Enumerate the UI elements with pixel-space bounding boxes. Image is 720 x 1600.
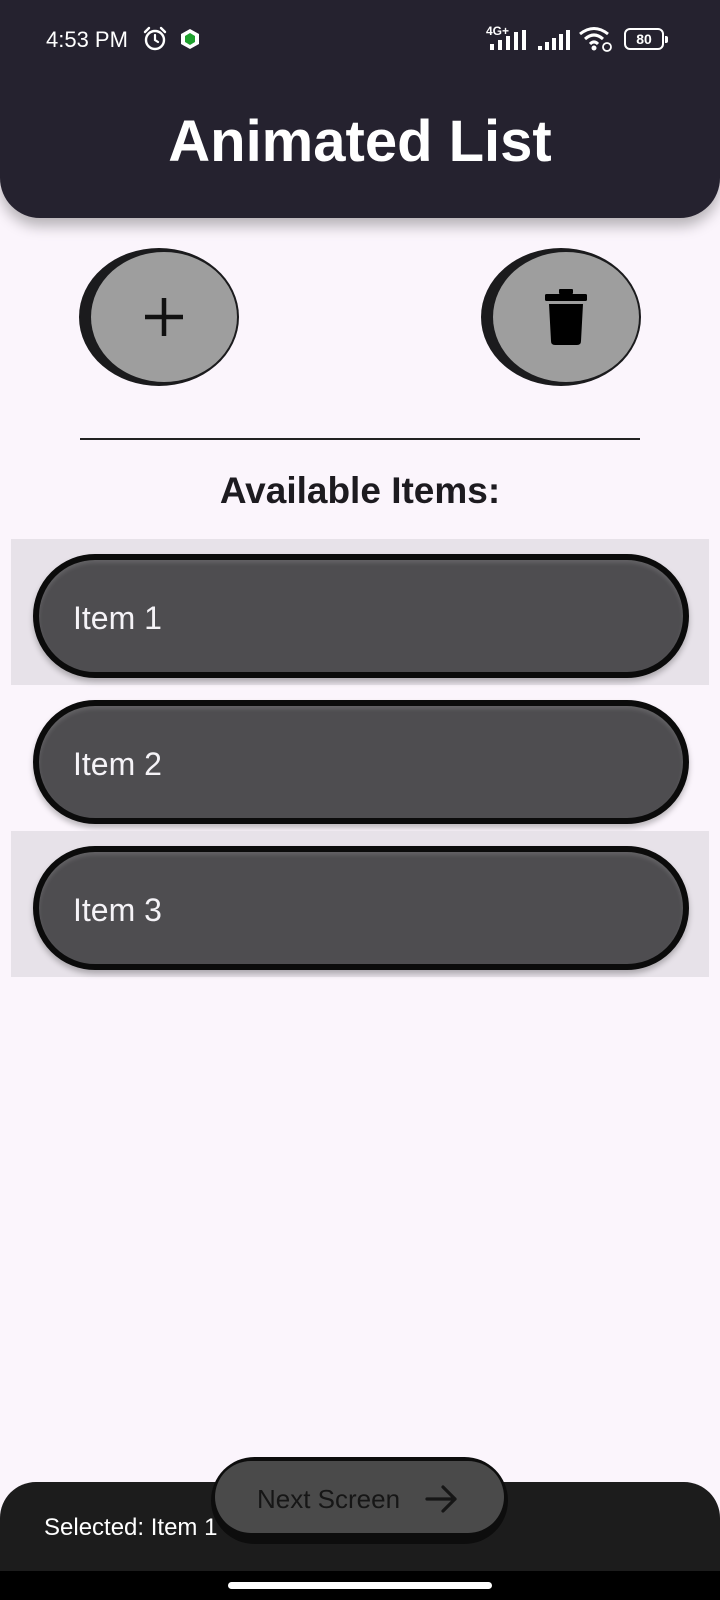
signal-icon — [538, 30, 570, 50]
shield-icon — [181, 29, 199, 49]
list-item: Item 2 — [11, 685, 709, 831]
item-card-2[interactable]: Item 2 — [33, 700, 689, 824]
page-title: Animated List — [168, 109, 552, 174]
delete-item-button[interactable] — [481, 248, 641, 386]
next-screen-button[interactable]: Next Screen — [211, 1457, 508, 1544]
signal-icon — [490, 30, 526, 50]
home-indicator[interactable] — [228, 1582, 492, 1589]
list-item: Item 1 — [11, 539, 709, 685]
add-button-face — [91, 252, 237, 382]
item-label: Item 2 — [73, 746, 162, 782]
selected-item-text: Selected: Item 1 — [44, 1514, 218, 1541]
wifi-icon — [579, 27, 612, 52]
app-screen: 4:53 PM 4G+ 80 Animated List Available I… — [0, 0, 720, 1600]
divider — [80, 438, 640, 440]
item-label: Item 1 — [73, 600, 162, 636]
status-bar: 4:53 PM 4G+ 80 — [0, 0, 720, 80]
next-button-label: Next Screen — [257, 1484, 401, 1514]
delete-button-face — [493, 252, 639, 382]
item-card-3[interactable]: Item 3 — [33, 846, 689, 970]
arrow-right-icon — [425, 1485, 457, 1513]
trash-icon — [545, 289, 587, 345]
add-item-button[interactable] — [79, 248, 239, 386]
item-card-1[interactable]: Item 1 — [33, 554, 689, 678]
item-label: Item 3 — [73, 892, 162, 928]
battery-level: 80 — [636, 31, 652, 47]
list-item: Item 3 — [11, 831, 709, 977]
alarm-icon — [143, 26, 167, 51]
app-header: 4:53 PM 4G+ 80 Animated List — [0, 0, 720, 218]
battery-icon: 80 — [624, 28, 668, 50]
section-title: Available Items: — [219, 470, 501, 511]
plus-icon — [145, 298, 183, 336]
status-time: 4:53 PM — [46, 27, 128, 52]
